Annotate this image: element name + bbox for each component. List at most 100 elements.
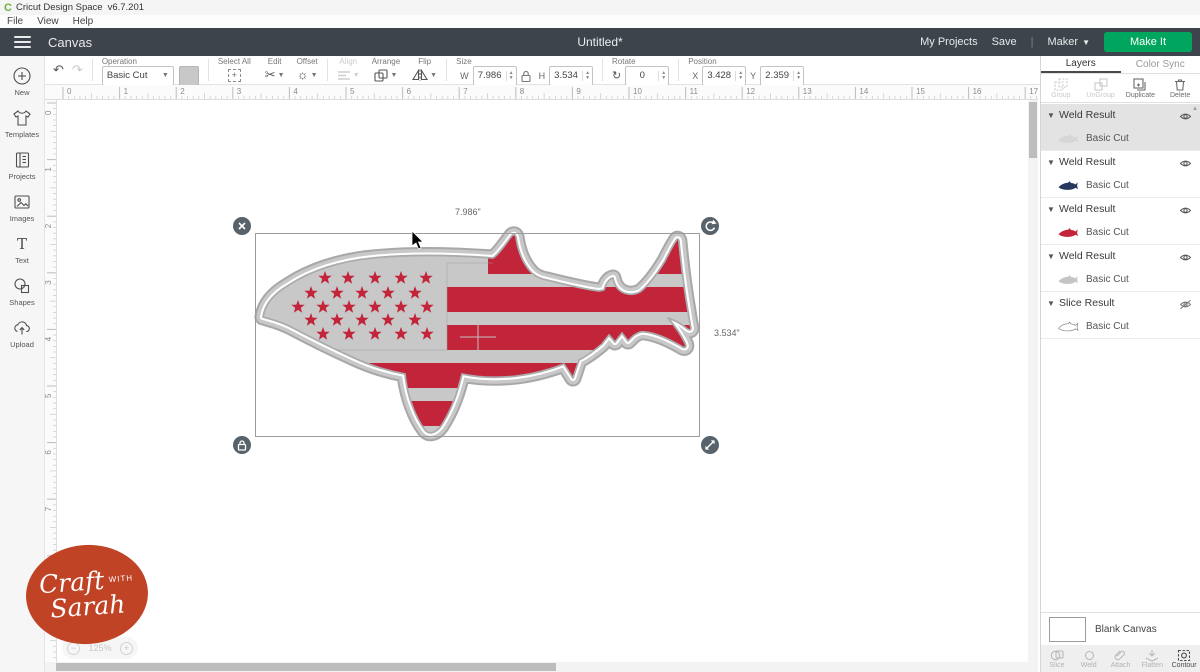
sidebar-item-upload[interactable]: Upload [0,318,45,349]
sidebar-item-images[interactable]: Images [0,192,45,223]
caret-down-icon[interactable]: ▼ [1047,205,1059,214]
lock-aspect-icon[interactable] [520,69,532,83]
layer-list-scroll-up-icon[interactable]: ▲ [1192,106,1198,112]
duplicate-button[interactable]: Duplicate [1121,77,1161,99]
app-name: Cricut Design Space [15,2,103,13]
visibility-eye-icon[interactable] [1179,156,1192,174]
ungroup-button[interactable]: UnGroup [1081,77,1121,99]
machine-selector[interactable]: Maker ▼ [1048,36,1090,48]
flatten-button[interactable]: Flatten [1136,649,1168,669]
tab-color-sync[interactable]: Color Sync [1121,56,1200,73]
undo-icon[interactable]: ↶ [53,62,64,78]
canvas-horizontal-scrollbar[interactable] [45,662,1038,672]
header-divider: | [1030,36,1034,48]
layer-basic-cut[interactable]: Basic Cut [1041,314,1200,339]
slice-button[interactable]: Slice [1041,649,1073,669]
rotate-icon [705,219,717,232]
layer-basic-cut[interactable]: Basic Cut [1041,267,1200,292]
width-stepper[interactable]: ▲ ▼ [505,70,516,81]
arrange-menu-button[interactable]: ▼ [374,67,397,84]
position-y-stepper[interactable]: ▲ ▼ [793,70,803,81]
align-menu-button[interactable]: ▼ [337,67,360,84]
layer-group-weld-4[interactable]: ▼ Weld Result Basic Cut [1041,245,1200,292]
color-swatch[interactable] [178,65,199,86]
lock-handle[interactable] [233,436,251,454]
menu-help[interactable]: Help [66,16,101,27]
layer-group-slice[interactable]: ▼ Slice Result Basic Cut [1041,292,1200,339]
chevron-down-icon: ▼ [277,71,285,79]
group-button[interactable]: Group [1041,77,1081,99]
my-projects-link[interactable]: My Projects [920,36,977,48]
sidebar-item-new[interactable]: New [0,66,45,97]
svg-text:3: 3 [237,87,242,96]
layer-group-weld-2[interactable]: ▼ Weld Result Basic Cut [1041,151,1200,198]
layer-basic-cut[interactable]: Basic Cut [1041,126,1200,151]
layer-basic-cut[interactable]: Basic Cut [1041,173,1200,198]
height-stepper[interactable]: ▲ ▼ [582,70,592,81]
edit-toolbar: ↶ ↷ Operation Basic Cut ▼ Select All + Ed… [45,56,1200,86]
position-x-field[interactable]: ▲▼ [702,65,747,86]
position-y-field[interactable]: ▲▼ [760,65,805,86]
shark-thumbnail [1058,228,1078,237]
delete-button[interactable]: Delete [1160,78,1200,99]
zoom-in-button[interactable]: + [120,641,133,655]
selection-height-label: 3.534" [714,328,740,338]
offset-menu-button[interactable]: ☼ ▼ [297,67,318,84]
svg-text:0: 0 [45,110,53,115]
align-lines-icon [337,71,350,80]
tab-layers[interactable]: Layers [1041,56,1121,73]
chevron-down-icon: ▼ [352,71,360,79]
sidebar-item-text[interactable]: T Text [0,234,45,265]
caret-down-icon[interactable]: ▼ [1047,111,1059,120]
sidebar-item-projects[interactable]: Projects [0,150,45,181]
redo-icon[interactable]: ↷ [72,62,83,78]
menu-view[interactable]: View [30,16,66,27]
caret-down-icon[interactable]: ▼ [1047,252,1059,261]
canvas-vertical-scrollbar[interactable] [1028,100,1038,662]
scrollbar-thumb[interactable] [56,663,556,671]
save-link[interactable]: Save [992,36,1017,48]
app-header: Canvas Untitled* My Projects Save | Make… [0,28,1200,56]
blank-canvas-swatch[interactable] [1049,616,1086,642]
select-all-button[interactable]: + [227,68,241,82]
svg-text:4: 4 [45,336,53,341]
ungroup-icon [1094,77,1108,91]
rotate-stepper[interactable]: ▲ ▼ [658,70,668,81]
sidebar-item-templates[interactable]: Templates [0,108,45,139]
sidebar-item-shapes[interactable]: Shapes [0,276,45,307]
contour-button[interactable]: Contour [1168,649,1200,669]
delete-handle[interactable] [233,217,251,235]
attach-button[interactable]: Attach [1105,649,1137,669]
operation-select[interactable]: Basic Cut ▼ [101,65,174,86]
svg-text:5: 5 [45,393,53,398]
visibility-eye-icon[interactable] [1179,109,1192,127]
caret-down-icon[interactable]: ▼ [1047,158,1059,167]
edit-menu-button[interactable]: ✂ ▼ [265,67,285,84]
make-it-button[interactable]: Make It [1104,32,1192,52]
app-version: v6.7.201 [107,2,145,13]
hamburger-menu-icon[interactable] [0,28,44,56]
visibility-eye-icon[interactable] [1179,203,1192,221]
cricut-logo-icon: C [4,1,12,14]
layer-group-weld-1[interactable]: ▼ Weld Result Basic Cut [1041,104,1200,151]
position-x-stepper[interactable]: ▲ ▼ [735,70,745,81]
notebook-icon [15,152,30,168]
flip-menu-button[interactable]: ▼ [412,67,437,84]
width-field[interactable]: ▲▼ [472,65,517,86]
rotate-field[interactable]: ▲▼ [625,65,670,86]
caret-down-icon[interactable]: ▼ [1047,299,1059,308]
weld-button[interactable]: Weld [1073,649,1105,669]
scrollbar-thumb[interactable] [1029,102,1037,158]
rotate-handle[interactable] [701,217,719,235]
document-title[interactable]: Untitled* [577,35,622,49]
visibility-eye-icon[interactable] [1179,250,1192,268]
visibility-hidden-eye-icon[interactable] [1179,297,1192,315]
rotate-label: Rotate [612,56,636,66]
resize-handle[interactable] [701,436,719,454]
svg-text:3: 3 [45,280,53,285]
menu-file[interactable]: File [0,16,30,27]
layer-group-weld-3[interactable]: ▼ Weld Result Basic Cut [1041,198,1200,245]
height-field[interactable]: ▲▼ [549,65,594,86]
layer-basic-cut[interactable]: Basic Cut [1041,220,1200,245]
svg-text:6: 6 [407,87,412,96]
